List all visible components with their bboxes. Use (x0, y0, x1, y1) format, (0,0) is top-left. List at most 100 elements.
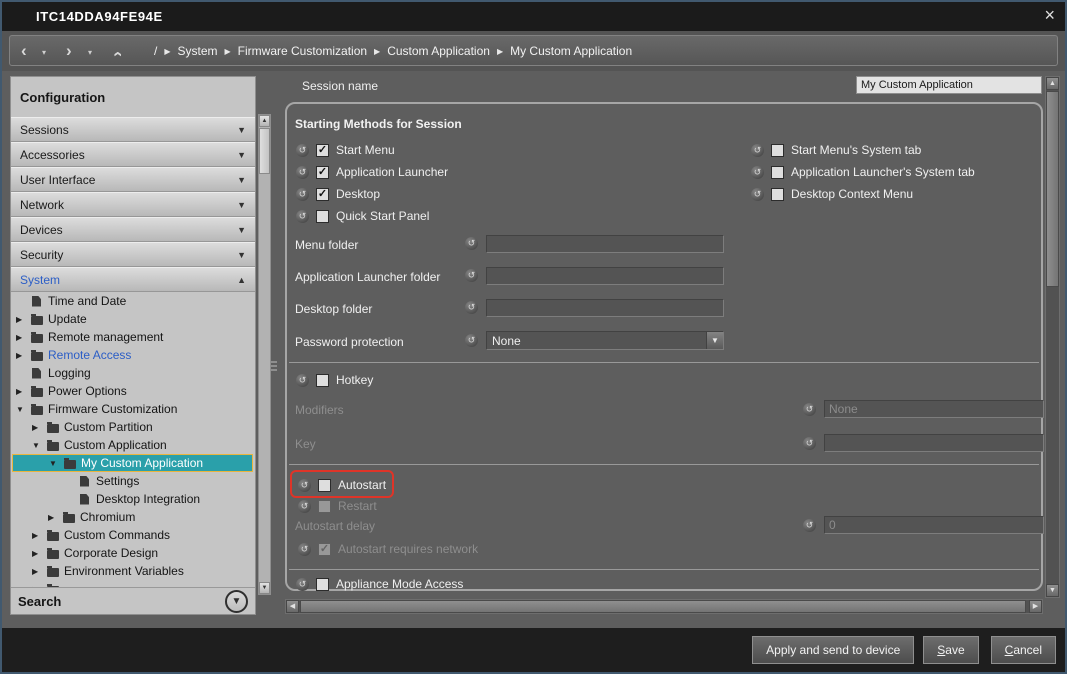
sidebar-item-network[interactable]: Network ▼ (11, 192, 255, 217)
expander-icon[interactable]: ▼ (32, 441, 47, 450)
tree-item-chromium[interactable]: ▶ Chromium (12, 508, 254, 526)
sidebar-item-security[interactable]: Security ▼ (11, 242, 255, 267)
checkbox-application-launcher[interactable]: ✓ (316, 166, 329, 179)
scroll-up-button[interactable]: ▲ (259, 115, 270, 127)
close-icon[interactable]: × (1044, 5, 1055, 26)
reset-parameter-icon[interactable]: ↺ (465, 269, 478, 282)
back-dropdown-caret-icon[interactable]: ▾ (42, 48, 46, 57)
up-icon[interactable]: › (107, 51, 127, 57)
expander-icon[interactable]: ▼ (49, 459, 64, 468)
scrollbar-thumb[interactable] (1046, 91, 1059, 287)
tree-item-update[interactable]: ▶ Update (12, 310, 254, 328)
checkbox-desktop[interactable]: ✓ (316, 188, 329, 201)
sidebar-item-system[interactable]: System ▲ (11, 267, 255, 292)
sidebar-item-sessions[interactable]: Sessions ▼ (11, 117, 255, 142)
cancel-button[interactable]: Cancel (991, 636, 1056, 664)
scroll-up-button[interactable]: ▲ (1046, 77, 1059, 90)
menu-folder-input[interactable] (486, 235, 724, 253)
checkbox-quick-start-panel[interactable] (316, 210, 329, 223)
sidebar-item-accessories[interactable]: Accessories ▼ (11, 142, 255, 167)
forward-icon[interactable]: › (66, 41, 72, 61)
reset-parameter-icon[interactable]: ↺ (296, 144, 309, 157)
reset-parameter-icon[interactable]: ↺ (751, 144, 764, 157)
tree-item-custom-partition[interactable]: ▶ Custom Partition (12, 418, 254, 436)
checkbox-start-menu[interactable]: ✓ (316, 144, 329, 157)
expander-icon[interactable]: ▶ (32, 531, 47, 540)
expander-icon[interactable]: ▶ (16, 315, 31, 324)
reset-parameter-icon[interactable]: ↺ (465, 334, 478, 347)
tree-item-remote-management[interactable]: ▶ Remote management (12, 328, 254, 346)
tree-item-desktop-integration[interactable]: Desktop Integration (12, 490, 254, 508)
reset-parameter-icon[interactable]: ↺ (296, 374, 309, 387)
tree-item-environment-variables[interactable]: ▶ Environment Variables (12, 562, 254, 580)
password-protection-select[interactable]: None ▼ (486, 331, 724, 350)
expander-icon[interactable]: ▶ (16, 387, 31, 396)
expander-icon[interactable]: ▶ (16, 351, 31, 360)
tree-item-custom-commands[interactable]: ▶ Custom Commands (12, 526, 254, 544)
expander-icon[interactable]: ▶ (16, 333, 31, 342)
expander-icon[interactable]: ▼ (16, 405, 31, 414)
reset-parameter-icon[interactable]: ↺ (751, 188, 764, 201)
checkbox-start-menu-system-tab[interactable] (771, 144, 784, 157)
sidebar-item-devices[interactable]: Devices ▼ (11, 217, 255, 242)
expander-icon[interactable]: ▶ (48, 513, 63, 522)
reset-parameter-icon[interactable]: ↺ (296, 166, 309, 179)
forward-dropdown-caret-icon[interactable]: ▾ (88, 48, 92, 57)
application-launcher-folder-label: Application Launcher folder (295, 270, 440, 284)
tree-item-logging[interactable]: Logging (12, 364, 254, 382)
apply-and-send-button[interactable]: Apply and send to device (752, 636, 914, 664)
breadcrumb-item-custom-application[interactable]: Custom Application (387, 44, 490, 58)
expander-icon[interactable]: ▶ (32, 567, 47, 576)
checkbox-application-launcher-system-tab[interactable] (771, 166, 784, 179)
reset-parameter-icon[interactable]: ↺ (803, 519, 816, 532)
tree-item-remote-access[interactable]: ▶ Remote Access (12, 346, 254, 364)
search-expand-button[interactable]: ▼ (225, 590, 248, 613)
reset-parameter-icon[interactable]: ↺ (298, 543, 311, 556)
tree-item-custom-application[interactable]: ▼ Custom Application (12, 436, 254, 454)
breadcrumb-item-firmware-customization[interactable]: Firmware Customization (238, 44, 367, 58)
expander-icon[interactable]: ▶ (32, 423, 47, 432)
expander-icon[interactable]: ▶ (32, 549, 47, 558)
tree-item-power-options[interactable]: ▶ Power Options (12, 382, 254, 400)
sidebar-item-user-interface[interactable]: User Interface ▼ (11, 167, 255, 192)
reset-parameter-icon[interactable]: ↺ (803, 437, 816, 450)
reset-parameter-icon[interactable]: ↺ (465, 301, 478, 314)
reset-parameter-icon[interactable]: ↺ (296, 578, 309, 591)
reset-parameter-icon[interactable]: ↺ (296, 210, 309, 223)
sidebar-scrollbar[interactable]: ▲ ▼ (258, 114, 271, 595)
back-icon[interactable]: ‹ (21, 41, 27, 61)
reset-parameter-icon[interactable]: ↺ (298, 500, 311, 513)
reset-parameter-icon[interactable]: ↺ (803, 403, 816, 416)
breadcrumb-root[interactable]: / (154, 44, 157, 58)
application-launcher-folder-input[interactable] (486, 267, 724, 285)
reset-parameter-icon[interactable]: ↺ (296, 188, 309, 201)
tree-item-settings[interactable]: Settings (12, 472, 254, 490)
dropdown-arrow-icon[interactable]: ▼ (706, 332, 723, 349)
scrollbar-thumb[interactable] (300, 600, 1026, 613)
checkbox-label: Desktop Context Menu (791, 187, 913, 201)
session-name-input[interactable] (856, 76, 1042, 94)
tree-item-corporate-design[interactable]: ▶ Corporate Design (12, 544, 254, 562)
breadcrumb-item-system[interactable]: System (178, 44, 218, 58)
tree-item-my-custom-application[interactable]: ▼ My Custom Application (12, 454, 253, 472)
breadcrumb-item-my-custom-application[interactable]: My Custom Application (510, 44, 632, 58)
tree-item-partial[interactable]: ▶ (12, 580, 254, 587)
main-vertical-scrollbar[interactable]: ▲ ▼ (1045, 76, 1060, 598)
tree-item-firmware-customization[interactable]: ▼ Firmware Customization (12, 400, 254, 418)
checkbox-appliance-mode-access[interactable] (316, 578, 329, 591)
scroll-down-button[interactable]: ▼ (259, 582, 270, 594)
crumb-separator-icon: ▶ (374, 47, 380, 56)
scrollbar-thumb[interactable] (259, 128, 270, 174)
panel-splitter[interactable] (271, 354, 277, 378)
scroll-down-button[interactable]: ▼ (1046, 584, 1059, 597)
main-horizontal-scrollbar[interactable]: ◀ ▶ (285, 599, 1043, 614)
checkbox-desktop-context-menu[interactable] (771, 188, 784, 201)
scroll-left-button[interactable]: ◀ (286, 600, 299, 613)
scroll-right-button[interactable]: ▶ (1029, 600, 1042, 613)
reset-parameter-icon[interactable]: ↺ (751, 166, 764, 179)
save-button[interactable]: Save (923, 636, 978, 664)
desktop-folder-input[interactable] (486, 299, 724, 317)
checkbox-hotkey[interactable] (316, 374, 329, 387)
reset-parameter-icon[interactable]: ↺ (465, 237, 478, 250)
tree-item-time-and-date[interactable]: Time and Date (12, 292, 254, 310)
